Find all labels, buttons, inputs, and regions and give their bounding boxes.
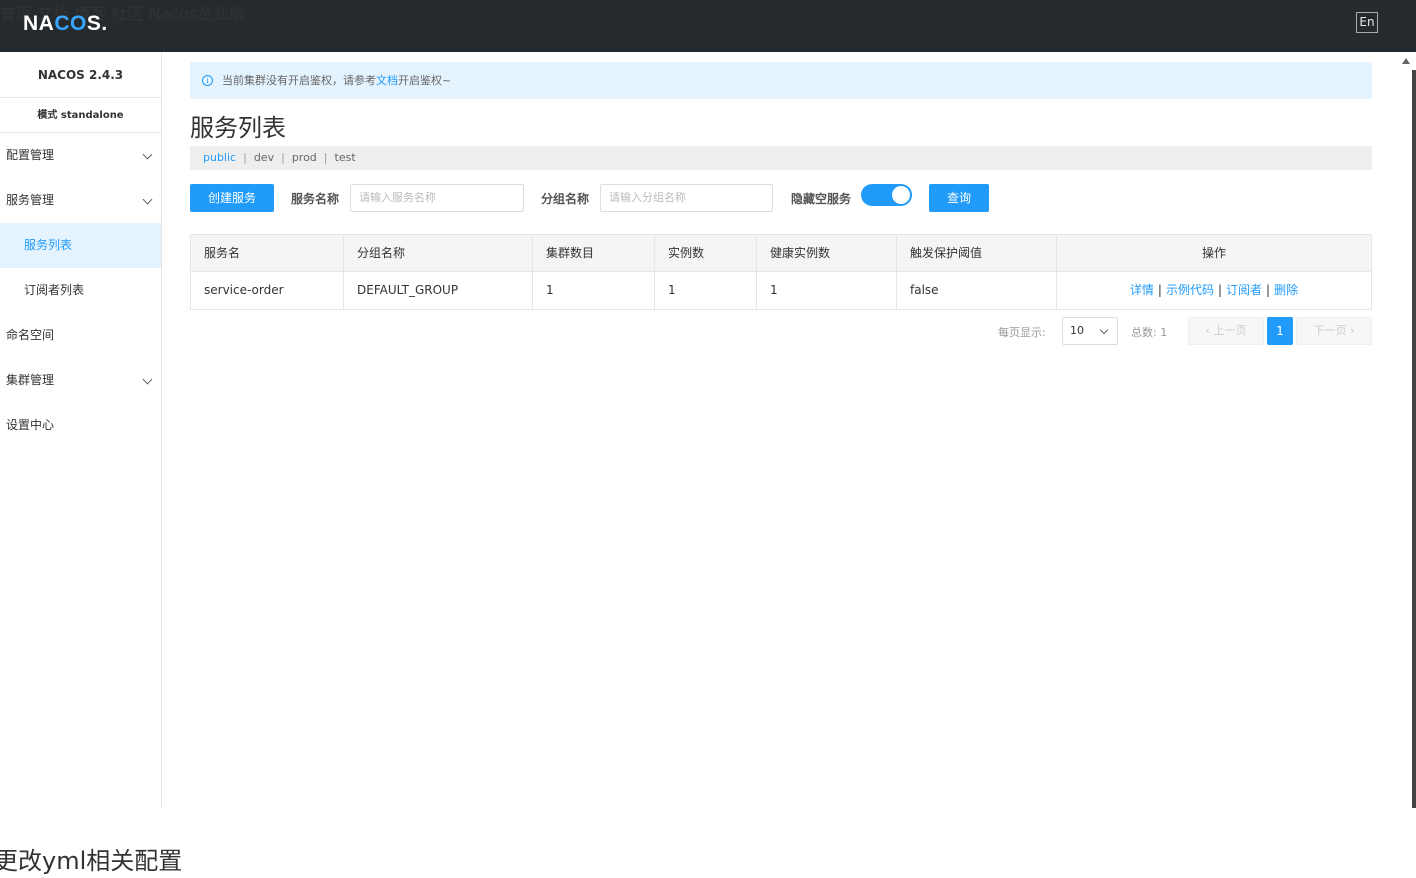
table-cell: DEFAULT_GROUP — [344, 272, 533, 309]
subscribers-link[interactable]: 订阅者 — [1226, 283, 1262, 297]
per-page-select[interactable]: 10 — [1062, 317, 1118, 345]
namespace-separator: | — [281, 151, 285, 164]
actions-cell: 详情 | 示例代码 | 订阅者 | 删除 — [1057, 272, 1371, 309]
sidebar-item-label: 设置中心 — [6, 418, 55, 432]
nav-community[interactable]: 社区 — [111, 4, 143, 23]
namespace-prod[interactable]: prod — [292, 151, 317, 164]
nacos-logo[interactable]: NACOS. — [23, 12, 108, 36]
language-switch-button[interactable]: En — [1356, 12, 1378, 33]
header-cell: 集群数目 — [533, 235, 655, 271]
auth-notice: i 当前集群没有开启鉴权，请参考文档开启鉴权~ — [190, 62, 1372, 99]
namespace-dev[interactable]: dev — [254, 151, 274, 164]
total-value: 1 — [1160, 326, 1168, 339]
namespace-public[interactable]: public — [203, 151, 236, 164]
top-header: NACOS. 首页 文档 博客 社区 Nacos企业版 En — [0, 0, 1416, 52]
table-cell: service-order — [191, 272, 344, 309]
current-page-button[interactable]: 1 — [1267, 317, 1293, 345]
sidebar-item-label: 服务列表 — [24, 238, 73, 252]
chevron-right-icon: › — [1350, 324, 1355, 337]
header-cell: 分组名称 — [344, 235, 533, 271]
detail-link[interactable]: 详情 — [1130, 283, 1154, 297]
table-cell: false — [897, 272, 1057, 309]
chevron-down-icon — [142, 194, 153, 205]
page-title: 服务列表 — [190, 114, 286, 142]
per-page-label: 每页显示: — [998, 326, 1046, 339]
prev-page-button[interactable]: ‹ 上一页 — [1188, 317, 1264, 345]
namespace-separator: | — [243, 151, 247, 164]
query-button[interactable]: 查询 — [929, 184, 989, 212]
sidebar-item-cluster-management[interactable]: 集群管理 — [0, 358, 161, 403]
toggle-knob — [892, 186, 910, 204]
logo-part: S. — [86, 12, 108, 35]
info-icon: i — [202, 75, 213, 86]
next-page-button[interactable]: 下一页 › — [1296, 317, 1372, 345]
sidebar-item-settings-center[interactable]: 设置中心 — [0, 403, 161, 448]
action-separator: | — [1217, 283, 1223, 297]
chevron-down-icon — [142, 374, 153, 385]
nav-enterprise[interactable]: Nacos企业版 — [148, 4, 245, 23]
header-cell: 服务名 — [191, 235, 344, 271]
scroll-up-arrow-icon[interactable] — [1402, 58, 1410, 64]
prev-label: 上一页 — [1213, 324, 1247, 337]
chevron-down-icon — [142, 149, 153, 160]
namespace-bar: public | dev | prod | test — [190, 146, 1372, 170]
table-cell: 1 — [533, 272, 655, 309]
notice-text: 当前集群没有开启鉴权，请参考 — [222, 74, 376, 87]
group-name-input[interactable]: 请输入分组名称 — [600, 184, 773, 212]
next-label: 下一页 — [1313, 324, 1347, 337]
table-cell: 1 — [757, 272, 897, 309]
service-name-label: 服务名称 — [291, 192, 340, 206]
action-separator: | — [1266, 283, 1271, 297]
sidebar-item-label: 命名空间 — [6, 328, 55, 342]
sidebar-item-service-list[interactable]: 服务列表 — [0, 223, 161, 268]
sidebar-item-label: 服务管理 — [6, 193, 55, 207]
per-page-value: 10 — [1070, 324, 1084, 337]
namespace-separator: | — [323, 151, 328, 164]
table-header-row: 服务名 分组名称 集群数目 实例数 健康实例数 触发保护阈值 操作 — [191, 235, 1371, 272]
total-text: 总数: — [1131, 326, 1157, 339]
hide-empty-label: 隐藏空服务 — [791, 192, 852, 206]
sidebar-item-namespace[interactable]: 命名空间 — [0, 313, 161, 358]
table-row: service-order DEFAULT_GROUP 1 1 1 false … — [191, 272, 1371, 309]
action-separator: | — [1157, 283, 1162, 297]
sidebar-item-label: 配置管理 — [6, 148, 55, 162]
header-cell: 操作 — [1201, 246, 1226, 260]
service-name-input[interactable]: 请输入服务名称 — [350, 184, 524, 212]
version-label: NACOS 2.4.3 — [0, 52, 161, 98]
hide-empty-toggle[interactable] — [861, 184, 912, 206]
sidebar-item-subscriber-list[interactable]: 订阅者列表 — [0, 268, 161, 313]
bottom-heading: 更改yml相关配置 — [0, 847, 183, 875]
delete-link[interactable]: 删除 — [1274, 283, 1298, 297]
sidebar-item-config-management[interactable]: 配置管理 — [0, 133, 161, 178]
sidebar-item-label: 订阅者列表 — [24, 283, 85, 297]
header-cell: 实例数 — [655, 235, 757, 271]
header-cell: 触发保护阈值 — [897, 235, 1057, 271]
sidebar-item-service-management[interactable]: 服务管理 — [0, 178, 161, 223]
logo-part: NA — [23, 12, 55, 35]
notice-docs-link[interactable]: 文档 — [376, 74, 398, 87]
scrollbar[interactable] — [1412, 70, 1416, 808]
chevron-down-icon — [1099, 325, 1109, 335]
sidebar: NACOS 2.4.3 模式 standalone 配置管理 服务管理 服务列表… — [0, 52, 162, 808]
sidebar-item-label: 集群管理 — [6, 373, 55, 387]
header-cell: 健康实例数 — [757, 235, 897, 271]
namespace-test[interactable]: test — [335, 151, 356, 164]
notice-text-suffix: 开启鉴权~ — [398, 74, 452, 87]
group-name-label: 分组名称 — [541, 192, 590, 206]
service-table: 服务名 分组名称 集群数目 实例数 健康实例数 触发保护阈值 操作 servic… — [190, 234, 1372, 310]
sample-code-link[interactable]: 示例代码 — [1166, 283, 1214, 297]
logo-part-accent: CO — [54, 12, 87, 35]
create-service-button[interactable]: 创建服务 — [190, 184, 274, 212]
total-label: 总数: 1 — [1131, 324, 1167, 340]
mode-label: 模式 standalone — [0, 98, 161, 133]
chevron-left-icon: ‹ — [1205, 324, 1210, 337]
table-cell: 1 — [655, 272, 757, 309]
